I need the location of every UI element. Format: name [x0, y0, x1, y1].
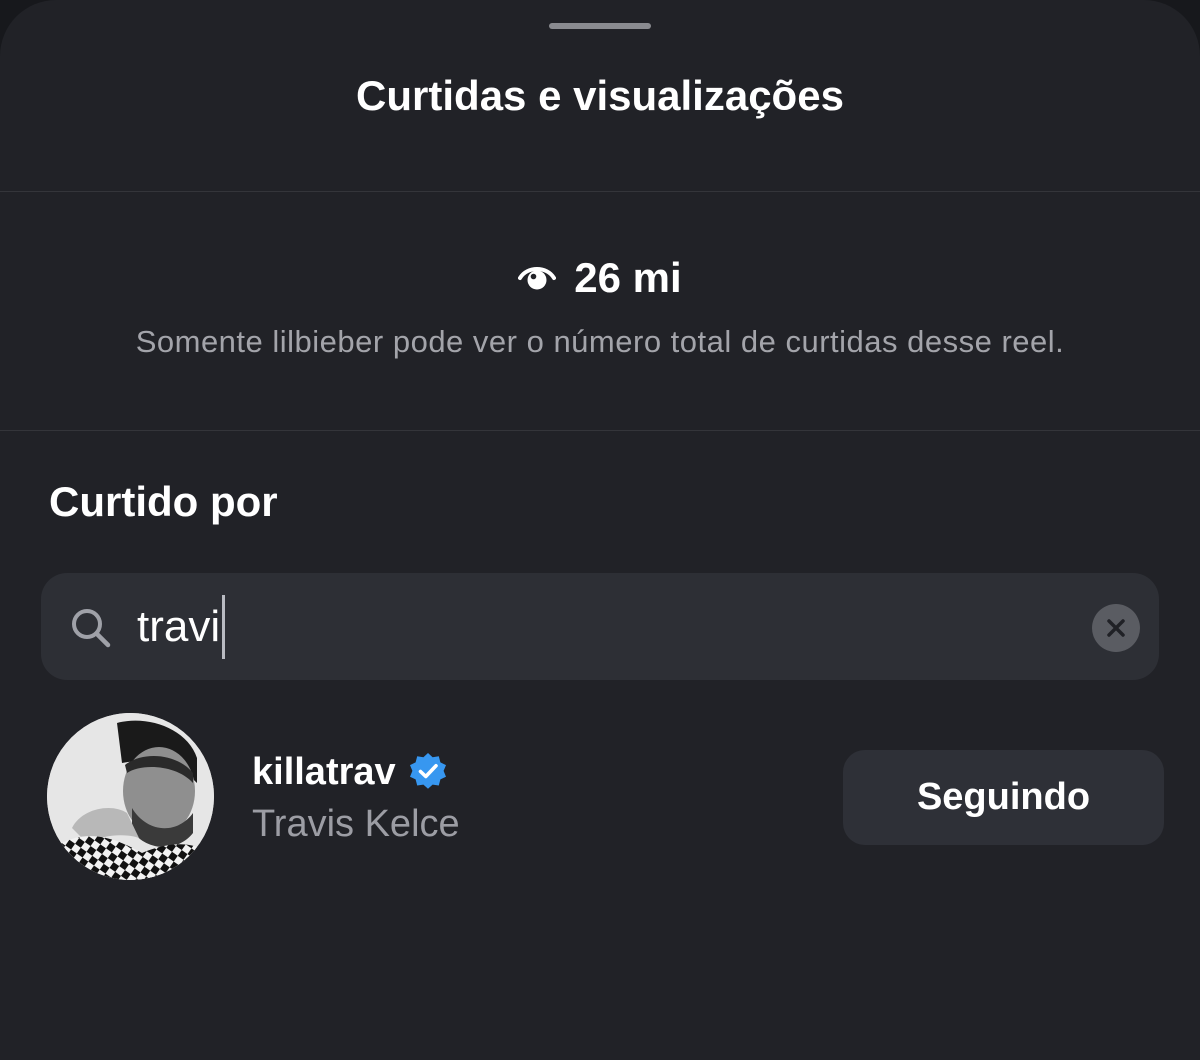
likes-and-views-sheet: Curtidas e visualizações 26 mi Somente l…	[0, 0, 1200, 1060]
user-list-item[interactable]: killatrav Travis Kelce Seguindo	[0, 712, 1200, 882]
close-icon	[1107, 619, 1125, 637]
search-field[interactable]: travi	[41, 573, 1159, 680]
divider	[0, 191, 1200, 192]
divider	[0, 430, 1200, 431]
following-button[interactable]: Seguindo	[843, 750, 1164, 845]
username[interactable]: killatrav	[252, 748, 396, 796]
sheet-title: Curtidas e visualizações	[356, 72, 844, 119]
eye-icon	[518, 267, 557, 290]
clear-search-icon[interactable]	[1092, 604, 1140, 652]
liked-by-heading: Curtido por	[49, 478, 278, 525]
search-icon	[72, 609, 111, 648]
username-line[interactable]: killatrav	[252, 748, 448, 796]
views-count: 26 mi	[574, 254, 682, 301]
search-query-text[interactable]: travi	[137, 597, 220, 657]
avatar[interactable]	[47, 713, 214, 880]
user-full-name: Travis Kelce	[252, 803, 460, 845]
avatar-photo	[47, 713, 214, 880]
text-cursor	[222, 595, 226, 659]
search-input[interactable]: travi	[137, 595, 226, 659]
sheet-grabber-handle[interactable]	[549, 23, 651, 29]
verified-badge-icon	[409, 753, 446, 789]
views-summary: 26 mi	[0, 250, 1200, 306]
views-privacy-note: Somente lilbieber pode ver o número tota…	[135, 324, 1065, 359]
